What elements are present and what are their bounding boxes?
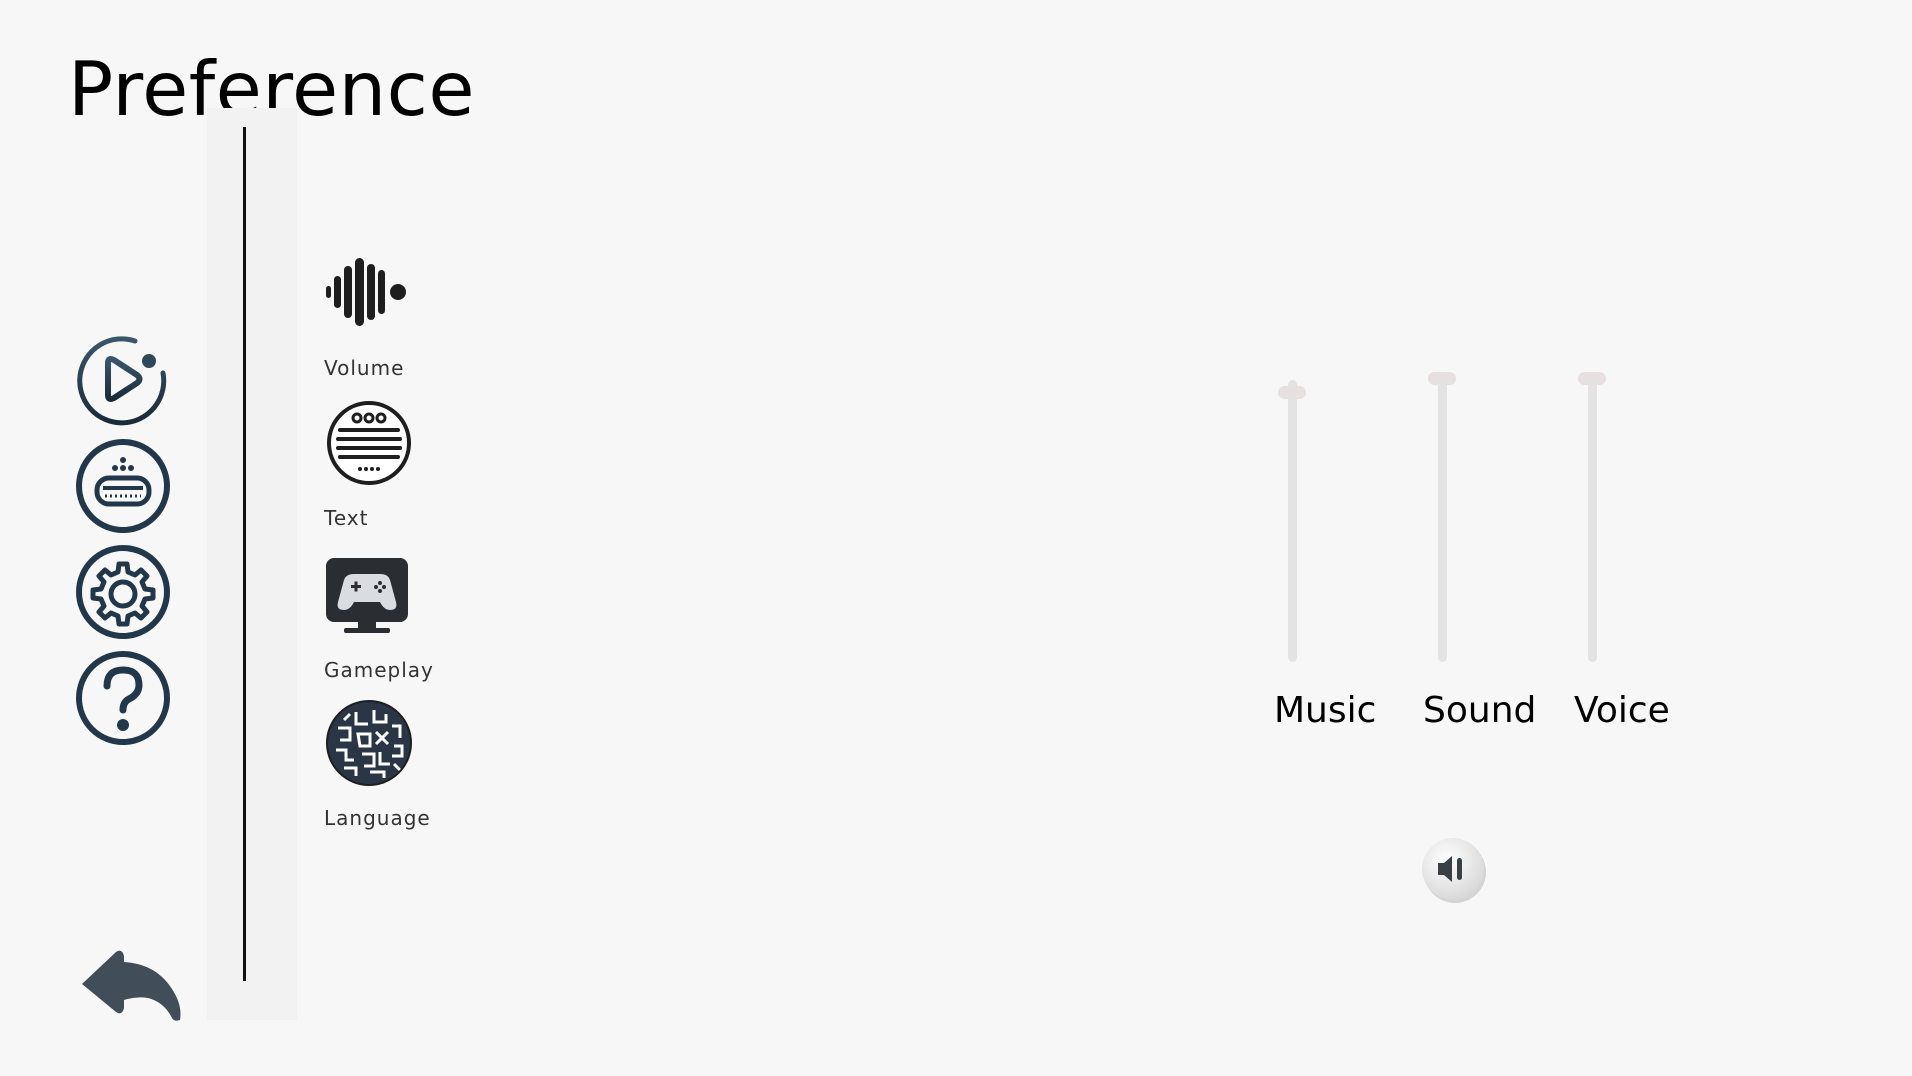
divider-line xyxy=(243,127,246,981)
gear-icon xyxy=(75,544,171,640)
sound-label: Sound xyxy=(1423,690,1537,731)
divider-panel xyxy=(207,108,297,1020)
category-label: Volume xyxy=(324,356,405,380)
category-volume[interactable]: Volume xyxy=(324,248,474,380)
music-label: Music xyxy=(1274,690,1377,731)
settings-button[interactable] xyxy=(75,544,171,640)
sound-slider[interactable] xyxy=(1422,372,1462,662)
voice-label: Voice xyxy=(1574,690,1670,731)
question-icon xyxy=(75,650,171,746)
category-label: Gameplay xyxy=(324,658,434,682)
category-gameplay[interactable]: Gameplay xyxy=(324,550,474,682)
preference-screen: Preference Volume Text Gameplay Language… xyxy=(0,0,1912,1076)
slider-track xyxy=(1438,380,1447,662)
category-label: Language xyxy=(324,806,431,830)
back-arrow-icon xyxy=(78,946,184,1024)
gamepad-monitor-icon xyxy=(324,550,414,640)
keyboard-tray-icon xyxy=(75,438,171,534)
save-load-button[interactable] xyxy=(75,438,171,534)
slider-track xyxy=(1288,380,1297,662)
slider-track xyxy=(1588,380,1597,662)
play-button[interactable] xyxy=(75,333,171,429)
text-lines-icon xyxy=(324,398,414,488)
category-text[interactable]: Text xyxy=(324,398,474,530)
music-slider[interactable] xyxy=(1272,372,1312,662)
slider-thumb[interactable] xyxy=(1578,372,1606,385)
slider-thumb[interactable] xyxy=(1278,385,1306,399)
play-circle-icon xyxy=(75,333,171,429)
category-language[interactable]: Language xyxy=(324,698,474,830)
help-button[interactable] xyxy=(75,650,171,746)
speaker-icon xyxy=(1418,834,1488,904)
voice-slider[interactable] xyxy=(1572,372,1612,662)
sound-wave-icon xyxy=(324,248,414,338)
back-button[interactable] xyxy=(78,946,184,1024)
category-label: Text xyxy=(324,506,369,530)
language-pattern-icon xyxy=(324,698,414,788)
slider-thumb[interactable] xyxy=(1428,372,1456,385)
mute-button[interactable] xyxy=(1418,834,1488,904)
